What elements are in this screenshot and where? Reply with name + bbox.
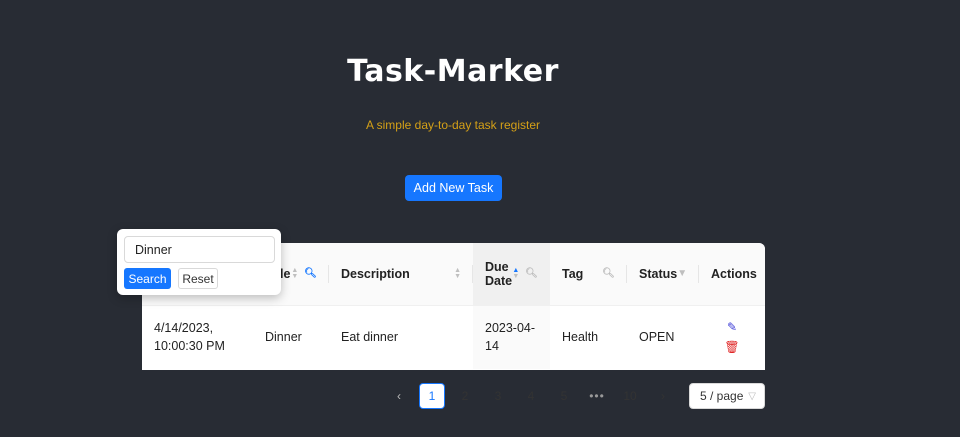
column-header-actions: Actions — [699, 243, 765, 306]
delete-icon[interactable]: 🗑︎ — [724, 338, 739, 356]
due-line1: 2023-04- — [485, 321, 536, 336]
column-status-label: Status — [639, 266, 678, 281]
column-header-tag[interactable]: Tag 🔍︎ — [550, 243, 627, 306]
cell-due-date: 2023-04- 14 — [473, 305, 550, 369]
filter-reset-button[interactable]: Reset — [178, 268, 218, 289]
cell-actions: ✎ 🗑︎ — [699, 305, 765, 369]
pagination: ‹ 1 2 3 4 5 ••• 10 › — [386, 383, 683, 409]
page-size-select[interactable]: 5 / page ▽ — [689, 383, 765, 409]
page-2[interactable]: 2 — [452, 383, 478, 409]
column-header-status[interactable]: Status ▼ — [627, 243, 699, 306]
filter-search-input[interactable] — [124, 236, 275, 263]
column-header-due-date[interactable]: Due Date ▲ ▼ 🔍︎ — [473, 243, 550, 306]
cell-description: Eat dinner — [341, 330, 398, 345]
created-line2: 10:00:30 PM — [154, 339, 225, 354]
page-size-value: 5 / page — [700, 389, 744, 403]
sort-icon[interactable]: ▲ ▼ — [512, 267, 519, 280]
page-5[interactable]: 5 — [551, 383, 577, 409]
column-actions-label: Actions — [711, 266, 757, 281]
sort-icon[interactable]: ▲ ▼ — [454, 267, 461, 280]
edit-icon[interactable]: ✎ — [727, 318, 737, 336]
search-icon[interactable]: 🔍︎ — [602, 268, 615, 279]
sort-icon[interactable]: ▲ ▼ — [291, 267, 298, 280]
cell-created: 4/14/2023, 10:00:30 PM — [142, 305, 253, 369]
column-tag-label: Tag — [562, 266, 584, 281]
app-subtitle: A simple day-to-day task register — [365, 118, 541, 132]
due-label-line2: Date — [485, 273, 513, 288]
next-page-icon[interactable]: › — [650, 383, 676, 409]
prev-page-icon[interactable]: ‹ — [386, 383, 412, 409]
table-row: 4/14/2023, 10:00:30 PM Dinner Eat dinner… — [142, 305, 765, 369]
search-icon[interactable]: 🔍︎ — [525, 268, 538, 279]
filter-popup: Search Reset — [117, 229, 281, 295]
filter-icon[interactable]: ▼ — [677, 268, 687, 279]
column-description-label: Description — [341, 266, 410, 281]
chevron-down-icon: ▽ — [748, 390, 756, 402]
column-due-date-label: Due Date — [485, 260, 512, 288]
due-line2: 14 — [485, 339, 499, 354]
cell-status: OPEN — [639, 330, 675, 345]
search-icon[interactable]: 🔍︎ — [304, 268, 317, 279]
created-line1: 4/14/2023, — [154, 321, 214, 336]
due-label-line1: Due — [485, 259, 509, 274]
page-1[interactable]: 1 — [419, 383, 445, 409]
page-4[interactable]: 4 — [518, 383, 544, 409]
cell-tag: Health — [562, 330, 599, 345]
column-header-description[interactable]: Description ▲ ▼ — [329, 243, 473, 306]
page-ellipsis[interactable]: ••• — [584, 383, 610, 409]
cell-title: Dinner — [265, 330, 302, 345]
filter-search-button[interactable]: Search — [124, 268, 171, 289]
page-3[interactable]: 3 — [485, 383, 511, 409]
app-title: Task-Marker — [347, 54, 559, 89]
page-10[interactable]: 10 — [617, 383, 643, 409]
add-new-task-button[interactable]: Add New Task — [405, 175, 502, 201]
